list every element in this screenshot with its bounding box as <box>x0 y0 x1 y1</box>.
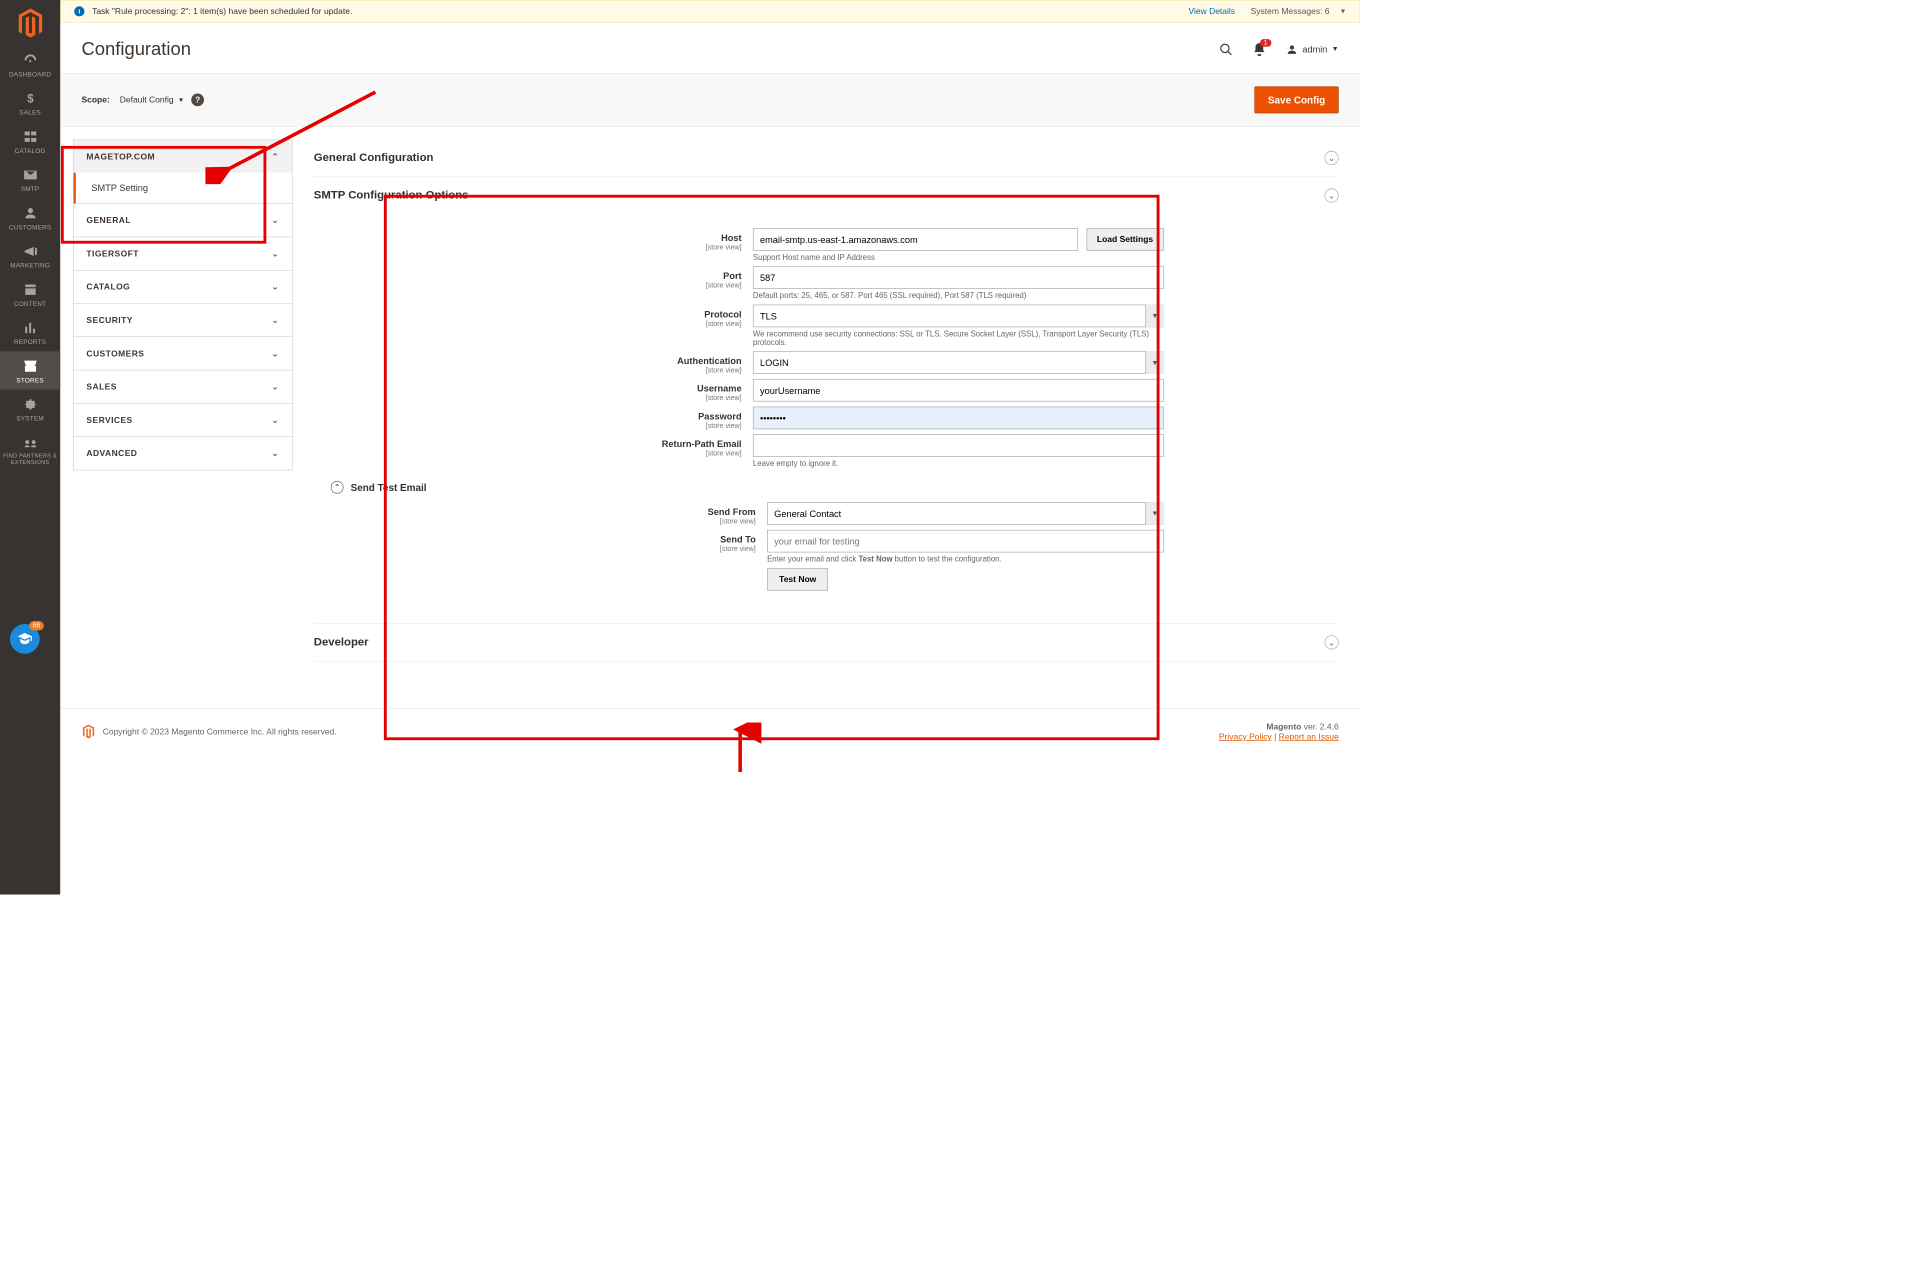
nav-system[interactable]: SYSTEM <box>0 390 60 428</box>
nav-label: CATALOG <box>15 147 46 154</box>
config-nav-advanced[interactable]: ADVANCED⌄ <box>74 437 292 470</box>
partners-icon <box>22 435 38 451</box>
notifications-count: 1 <box>1260 39 1271 47</box>
expand-icon: ⌄ <box>1325 151 1339 165</box>
nav-label: DASHBOARD <box>9 71 51 78</box>
chevron-down-icon: ⌄ <box>272 448 280 458</box>
svg-text:i: i <box>78 9 80 16</box>
annotation-highlight-nav <box>61 146 266 244</box>
info-icon: i <box>74 6 85 17</box>
nav-label: REPORTS <box>14 339 46 346</box>
save-config-button[interactable]: Save Config <box>1254 86 1338 113</box>
admin-name: admin <box>1302 44 1327 55</box>
scope-label: Scope: <box>81 95 109 105</box>
smtp-icon <box>22 167 38 183</box>
catalog-icon <box>22 129 38 145</box>
chevron-down-icon: ▼ <box>178 96 184 103</box>
privacy-link[interactable]: Privacy Policy <box>1219 732 1272 742</box>
customers-icon <box>22 205 38 221</box>
dashboard-icon <box>22 52 38 68</box>
view-details-link[interactable]: View Details <box>1188 6 1235 16</box>
nav-partners[interactable]: FIND PARTNERS & EXTENSIONS <box>0 428 60 472</box>
nav-customers[interactable]: CUSTOMERS <box>0 198 60 236</box>
content-icon <box>22 282 38 298</box>
user-icon <box>1285 43 1298 56</box>
system-messages-label: System Messages: 6 <box>1251 6 1330 16</box>
scope-help-icon[interactable]: ? <box>191 93 204 106</box>
nav-label: STORES <box>16 377 43 384</box>
admin-sidebar: DASHBOARD $ SALES CATALOG SMTP CUSTOMERS… <box>0 0 60 895</box>
nav-label: CONTENT <box>14 300 46 307</box>
nav-label: SALES <box>19 109 41 116</box>
config-nav-catalog[interactable]: CATALOG⌄ <box>74 271 292 304</box>
graduation-icon <box>17 631 33 647</box>
nav-label: CUSTOMERS <box>9 224 52 231</box>
nav-smtp[interactable]: SMTP <box>0 160 60 198</box>
chevron-down-icon: ⌄ <box>272 415 280 425</box>
chevron-down-icon[interactable]: ▼ <box>1339 7 1346 15</box>
copyright-text: Copyright © 2023 Magento Commerce Inc. A… <box>103 727 337 737</box>
chevron-up-icon: ⌃ <box>272 152 280 162</box>
nav-label: SMTP <box>21 186 40 193</box>
page-title: Configuration <box>81 38 191 60</box>
expand-icon: ⌄ <box>1325 635 1339 649</box>
message-text: Task "Rule processing: 2": 1 item(s) hav… <box>92 6 352 16</box>
chevron-down-icon: ⌄ <box>272 249 280 259</box>
svg-text:$: $ <box>27 92 34 105</box>
reports-icon <box>22 320 38 336</box>
config-nav-customers[interactable]: CUSTOMERS⌄ <box>74 337 292 370</box>
config-nav-sales[interactable]: SALES⌄ <box>74 370 292 403</box>
collapse-icon: ⌃ <box>331 481 344 494</box>
annotation-highlight-form <box>384 195 1160 740</box>
config-nav-services[interactable]: SERVICES⌄ <box>74 404 292 437</box>
scope-selector[interactable]: Default Config ▼ <box>120 95 184 105</box>
nav-sales[interactable]: $ SALES <box>0 84 60 122</box>
nav-reports[interactable]: REPORTS <box>0 313 60 351</box>
admin-account-dropdown[interactable]: admin ▼ <box>1285 43 1338 56</box>
nav-catalog[interactable]: CATALOG <box>0 122 60 160</box>
nav-dashboard[interactable]: DASHBOARD <box>0 45 60 83</box>
stores-icon <box>22 358 38 374</box>
chevron-down-icon: ⌄ <box>272 315 280 325</box>
nav-content[interactable]: CONTENT <box>0 275 60 313</box>
nav-label: MARKETING <box>10 262 50 269</box>
magento-logo-icon <box>15 8 45 38</box>
page-header: Configuration 1 admin ▼ <box>60 23 1360 73</box>
chevron-down-icon: ⌄ <box>272 382 280 392</box>
section-general-config[interactable]: General Configuration ⌄ <box>314 140 1339 178</box>
system-message-bar: i Task "Rule processing: 2": 1 item(s) h… <box>60 0 1360 23</box>
chevron-down-icon: ⌄ <box>272 282 280 292</box>
nav-marketing[interactable]: MARKETING <box>0 237 60 275</box>
dollar-icon: $ <box>22 91 38 107</box>
chevron-down-icon: ▼ <box>1332 45 1339 53</box>
nav-stores[interactable]: STORES <box>0 351 60 389</box>
chevron-down-icon: ⌄ <box>272 348 280 358</box>
report-issue-link[interactable]: Report an Issue <box>1279 732 1339 742</box>
collapse-icon: ⌄ <box>1325 188 1339 202</box>
system-icon <box>22 397 38 413</box>
scope-bar: Scope: Default Config ▼ ? Save Config <box>60 73 1360 127</box>
help-badge[interactable]: 66 <box>10 624 40 654</box>
nav-label: SYSTEM <box>16 415 43 422</box>
chevron-down-icon: ⌄ <box>272 215 280 225</box>
nav-label: FIND PARTNERS & EXTENSIONS <box>0 453 60 465</box>
config-nav-security[interactable]: SECURITY⌄ <box>74 304 292 337</box>
notifications-button[interactable]: 1 <box>1251 41 1267 57</box>
help-badge-count: 66 <box>29 621 44 630</box>
marketing-icon <box>22 244 38 260</box>
search-icon[interactable] <box>1219 42 1233 56</box>
magento-logo-icon <box>81 725 95 739</box>
